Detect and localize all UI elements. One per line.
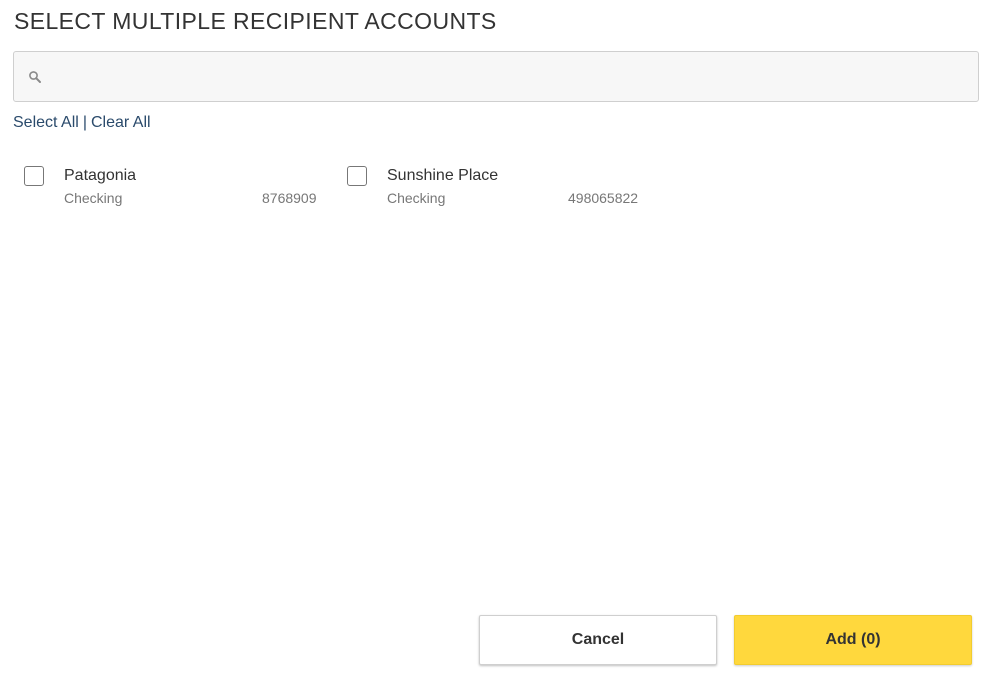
account-item-patagonia[interactable]: Patagonia Checking 8768909 — [24, 164, 324, 210]
recipient-accounts-dialog: SELECT MULTIPLE RECIPIENT ACCOUNTS Selec… — [0, 0, 984, 684]
account-item-sunshine-place[interactable]: Sunshine Place Checking 498065822 — [347, 164, 647, 210]
account-number: 498065822 — [568, 190, 639, 206]
account-type: Checking — [64, 190, 123, 206]
account-name: Sunshine Place — [387, 167, 499, 184]
add-button[interactable]: Add (0) — [734, 615, 972, 665]
select-all-link[interactable]: Select All — [13, 114, 79, 131]
account-checkbox[interactable] — [347, 166, 367, 186]
selection-links: Select All | Clear All — [13, 114, 151, 132]
page-title: SELECT MULTIPLE RECIPIENT ACCOUNTS — [14, 8, 497, 34]
search-box[interactable] — [13, 51, 979, 103]
account-checkbox[interactable] — [24, 166, 44, 186]
account-type: Checking — [387, 190, 446, 206]
link-separator: | — [82, 114, 87, 131]
account-name: Patagonia — [64, 167, 137, 184]
clear-all-link[interactable]: Clear All — [91, 114, 151, 131]
cancel-button[interactable]: Cancel — [479, 615, 717, 665]
search-icon — [28, 70, 42, 84]
search-input[interactable] — [54, 52, 968, 103]
account-number: 8768909 — [262, 190, 317, 206]
